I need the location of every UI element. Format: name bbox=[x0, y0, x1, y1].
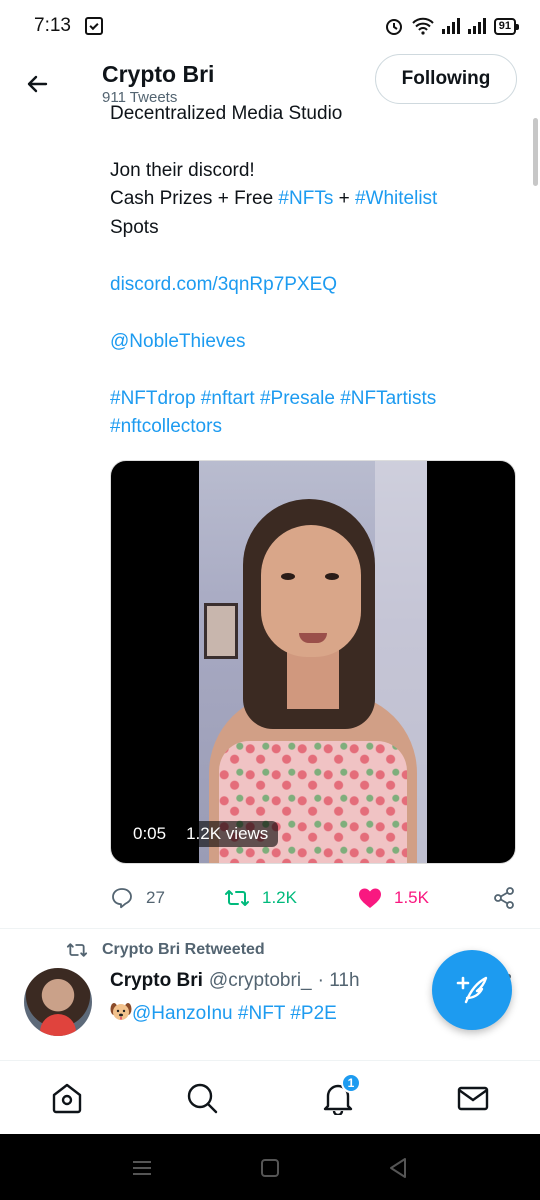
retweet-button[interactable]: 1.2K bbox=[224, 886, 297, 910]
tweet-line: Spots bbox=[110, 216, 159, 238]
author-name[interactable]: Crypto Bri bbox=[110, 970, 203, 992]
like-button[interactable]: 1.5K bbox=[358, 887, 429, 909]
home-square-icon[interactable] bbox=[258, 1156, 282, 1180]
hashtag-links[interactable]: #nftcollectors bbox=[110, 413, 520, 442]
tweet-line-partial: Decentralized Media Studio bbox=[110, 103, 343, 124]
mail-icon bbox=[457, 1086, 489, 1111]
status-time: 7:13 bbox=[34, 15, 71, 36]
retweet-count: 1.2K bbox=[262, 888, 297, 907]
tweet-text: @HanzoInu #NFT #P2E bbox=[110, 1001, 337, 1025]
like-count: 1.5K bbox=[394, 888, 429, 907]
back-button[interactable] bbox=[16, 63, 58, 105]
retweet-icon bbox=[66, 943, 88, 957]
page-title: Crypto Bri bbox=[102, 61, 215, 87]
video-thumbnail bbox=[199, 461, 427, 863]
retweet-icon bbox=[225, 890, 249, 906]
nav-notifications[interactable]: 1 bbox=[319, 1073, 361, 1117]
notification-badge: 1 bbox=[341, 1073, 361, 1093]
mention-link[interactable]: @NobleThieves bbox=[110, 328, 520, 357]
tweet-line: Cash Prizes + Free #NFTs + #Whitelist bbox=[110, 188, 438, 209]
back-arrow-icon bbox=[27, 75, 48, 93]
hashtag-link[interactable]: #NFTs bbox=[278, 188, 333, 209]
compose-tweet-button[interactable] bbox=[432, 950, 512, 1030]
signal-icon bbox=[441, 18, 460, 34]
divider bbox=[0, 928, 540, 929]
status-icons: 91 bbox=[384, 16, 520, 36]
status-bar: 7:13 91 bbox=[0, 0, 540, 52]
video-duration: 0:05 bbox=[133, 824, 167, 843]
tweet-text: Decentralized Media Studio Jon their dis… bbox=[110, 100, 520, 442]
share-button[interactable] bbox=[492, 886, 516, 910]
nav-search[interactable] bbox=[183, 1079, 221, 1117]
reply-count: 27 bbox=[146, 888, 165, 907]
video-player[interactable]: 0:05 1.2K views bbox=[110, 460, 516, 864]
wifi-icon bbox=[412, 17, 434, 35]
video-views: 1.2K views bbox=[176, 821, 279, 847]
retweeted-indicator: Crypto Bri Retweeted bbox=[66, 940, 265, 960]
back-triangle-icon[interactable] bbox=[386, 1156, 410, 1180]
author-handle: @cryptobri_ bbox=[208, 970, 312, 991]
dog-emoji-icon bbox=[110, 1003, 132, 1020]
alarm-icon bbox=[385, 19, 402, 35]
bottom-nav: 1 bbox=[0, 1060, 540, 1134]
tweet-time: · 11h bbox=[317, 970, 360, 991]
menu-icon[interactable] bbox=[130, 1156, 154, 1180]
scrollbar[interactable] bbox=[533, 118, 538, 186]
share-icon bbox=[494, 887, 514, 909]
heart-icon bbox=[359, 888, 381, 908]
system-navigation-bar bbox=[0, 1134, 540, 1200]
search-icon bbox=[187, 1083, 218, 1114]
tweet-links[interactable]: @HanzoInu #NFT #P2E bbox=[132, 1003, 337, 1024]
nav-messages[interactable] bbox=[454, 1079, 492, 1117]
battery-icon: 91 bbox=[493, 17, 520, 35]
tweet-line: Jon their discord! bbox=[110, 159, 255, 181]
hashtag-links[interactable]: #NFTdrop #nftart #Presale #NFTartists bbox=[110, 385, 520, 414]
following-button[interactable]: Following bbox=[375, 54, 517, 104]
signal-icon bbox=[467, 18, 486, 34]
home-icon bbox=[52, 1083, 82, 1114]
tweet-actions: 27 1.2K 1.5K bbox=[110, 878, 520, 918]
video-meta: 0:05 1.2K views bbox=[123, 819, 279, 849]
avatar[interactable] bbox=[24, 968, 92, 1036]
nav-home[interactable] bbox=[48, 1079, 86, 1117]
tweet-author: Crypto Bri @cryptobri_ · 11h bbox=[110, 970, 360, 992]
compose-icon bbox=[456, 976, 488, 1004]
reply-icon bbox=[112, 888, 132, 909]
hashtag-link[interactable]: #Whitelist bbox=[355, 188, 437, 209]
retweeted-label: Crypto Bri Retweeted bbox=[102, 941, 265, 958]
calendar-check-icon bbox=[84, 17, 103, 35]
discord-link[interactable]: discord.com/3qnRp7PXEQ bbox=[110, 271, 520, 300]
reply-button[interactable]: 27 bbox=[110, 886, 165, 910]
